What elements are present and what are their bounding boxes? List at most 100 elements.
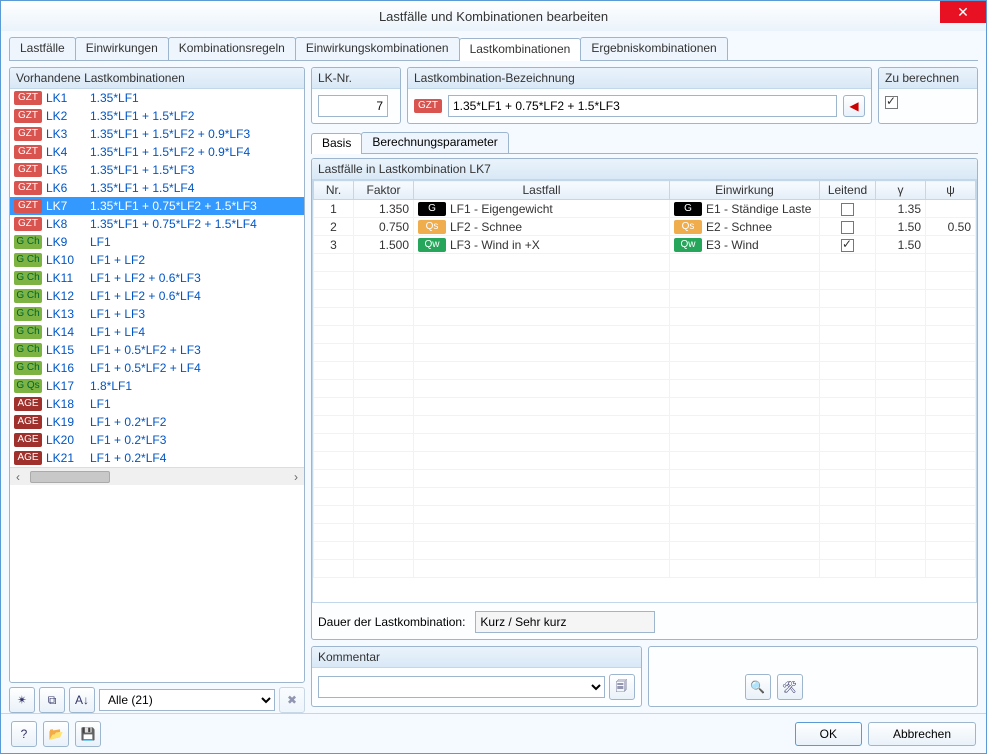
lk-row[interactable]: G ChLK10LF1 + LF2 [10,251,304,269]
lk-row[interactable]: AGELK20LF1 + 0.2*LF3 [10,431,304,449]
lk-row[interactable]: GZTLK61.35*LF1 + 1.5*LF4 [10,179,304,197]
lf-group-title: Lastfälle in Lastkombination LK7 [312,159,977,180]
col-leitend[interactable]: Leitend [820,181,876,200]
lk-row[interactable]: GZTLK21.35*LF1 + 1.5*LF2 [10,107,304,125]
lf-leitend[interactable] [820,200,876,218]
lk-row[interactable]: G ChLK9LF1 [10,233,304,251]
lk-row[interactable]: AGELK18LF1 [10,395,304,413]
window-title: Lastfälle und Kombinationen bearbeiten [379,9,608,24]
lk-row[interactable]: GZTLK71.35*LF1 + 0.75*LF2 + 1.5*LF3 [10,197,304,215]
lk-filter-select[interactable]: Alle (21) [99,689,275,711]
lk-badge: AGE [14,433,42,447]
lk-row[interactable]: G ChLK15LF1 + 0.5*LF2 + LF3 [10,341,304,359]
calc-checkbox[interactable] [885,96,898,109]
lk-row[interactable]: GZTLK51.35*LF1 + 1.5*LF3 [10,161,304,179]
lk-badge: GZT [14,127,42,141]
lf-badge: Qs [418,220,446,234]
tab-lastkombinationen[interactable]: Lastkombinationen [459,38,582,61]
open-button[interactable]: 📂 [43,721,69,747]
lk-row[interactable]: G ChLK12LF1 + LF2 + 0.6*LF4 [10,287,304,305]
lf-group: Lastfälle in Lastkombination LK7 Nr. Fak… [311,158,978,640]
tab-ergebniskombinationen[interactable]: Ergebniskombinationen [580,37,727,60]
lk-id: LK21 [46,451,86,465]
lk-formula: 1.35*LF1 + 1.5*LF2 [90,109,194,123]
lk-formula: LF1 + 0.2*LF3 [90,433,166,447]
col-gamma[interactable]: γ [876,181,926,200]
lknr-group: LK-Nr. [311,67,401,124]
lk-row[interactable]: G ChLK14LF1 + LF4 [10,323,304,341]
col-faktor[interactable]: Faktor [354,181,414,200]
lk-list-hscroll[interactable]: ‹› [10,467,304,485]
col-lastfall[interactable]: Lastfall [414,181,670,200]
lf-lastfall[interactable]: QsLF2 - Schnee [414,218,670,236]
lf-faktor[interactable]: 0.750 [354,218,414,236]
delete-lk-button[interactable]: ✖ [279,687,305,713]
copy-lk-button[interactable]: ⧉ [39,687,65,713]
lf-leitend[interactable] [820,236,876,254]
save-button[interactable]: 💾 [75,721,101,747]
kommentar-select[interactable] [318,676,605,698]
lk-formula: LF1 + 0.2*LF4 [90,451,166,465]
lk-formula: LF1 + 0.5*LF2 + LF3 [90,343,201,357]
tab-lastfälle[interactable]: Lastfälle [9,37,76,60]
tab-einwirkungen[interactable]: Einwirkungen [75,37,169,60]
leitend-checkbox[interactable] [841,203,854,216]
lk-row[interactable]: GZTLK11.35*LF1 [10,89,304,107]
lf-lastfall[interactable]: GLF1 - Eigengewicht [414,200,670,218]
lk-badge: GZT [14,181,42,195]
lk-row[interactable]: AGELK21LF1 + 0.2*LF4 [10,449,304,467]
lk-badge: G Ch [14,307,42,321]
details-button[interactable]: 🔍 [745,674,771,700]
lk-id: LK10 [46,253,86,267]
lf-einwirkung: GE1 - Ständige Laste [670,200,820,218]
tab-einwirkungskombinationen[interactable]: Einwirkungskombinationen [295,37,460,60]
lf-row[interactable]: 20.750QsLF2 - SchneeQsE2 - Schnee1.500.5… [314,218,976,236]
lf-lastfall[interactable]: QwLF3 - Wind in +X [414,236,670,254]
lk-row[interactable]: GZTLK81.35*LF1 + 0.75*LF2 + 1.5*LF4 [10,215,304,233]
lf-row[interactable]: 11.350GLF1 - EigengewichtGE1 - Ständige … [314,200,976,218]
leitend-checkbox[interactable] [841,239,854,252]
lf-badge: Qw [418,238,446,252]
lf-faktor[interactable]: 1.350 [354,200,414,218]
sort-lk-button[interactable]: A↓ [69,687,95,713]
subtab-basis[interactable]: Basis [311,133,362,154]
bez-input[interactable] [448,95,837,117]
leitend-checkbox[interactable] [841,221,854,234]
lk-formula: 1.35*LF1 [90,91,139,105]
ok-button[interactable]: OK [795,722,862,746]
col-psi[interactable]: ψ [926,181,976,200]
ew-badge: Qw [674,238,702,252]
lf-badge: G [418,202,446,216]
help-button[interactable]: ? [11,721,37,747]
window-close-button[interactable]: ✕ [940,1,986,23]
lf-table[interactable]: Nr. Faktor Lastfall Einwirkung Leitend γ… [312,180,977,603]
lf-einwirkung: QwE3 - Wind [670,236,820,254]
lf-leitend[interactable] [820,218,876,236]
tab-kombinationsregeln[interactable]: Kombinationsregeln [168,37,296,60]
lk-badge: GZT [14,163,42,177]
bez-back-button[interactable]: ◀ [843,95,865,117]
lk-badge: G Ch [14,289,42,303]
subtab-berechnungsparameter[interactable]: Berechnungsparameter [361,132,508,153]
lk-row[interactable]: G QsLK171.8*LF1 [10,377,304,395]
lknr-input[interactable] [318,95,388,117]
lk-row[interactable]: AGELK19LF1 + 0.2*LF2 [10,413,304,431]
lk-row[interactable]: G ChLK11LF1 + LF2 + 0.6*LF3 [10,269,304,287]
lk-row[interactable]: G ChLK16LF1 + 0.5*LF2 + LF4 [10,359,304,377]
col-einwirkung[interactable]: Einwirkung [670,181,820,200]
lf-faktor[interactable]: 1.500 [354,236,414,254]
lk-row[interactable]: GZTLK41.35*LF1 + 1.5*LF2 + 0.9*LF4 [10,143,304,161]
lknr-label: LK-Nr. [312,68,400,89]
lk-id: LK16 [46,361,86,375]
lk-row[interactable]: GZTLK31.35*LF1 + 1.5*LF2 + 0.9*LF3 [10,125,304,143]
cancel-button[interactable]: Abbrechen [868,722,976,746]
settings-button[interactable]: 🛠 [777,674,803,700]
col-nr[interactable]: Nr. [314,181,354,200]
lk-row[interactable]: G ChLK13LF1 + LF3 [10,305,304,323]
new-lk-button[interactable]: ✴ [9,687,35,713]
lk-list[interactable]: Vorhandene Lastkombinationen GZTLK11.35*… [9,67,305,683]
lk-formula: 1.35*LF1 + 1.5*LF2 + 0.9*LF4 [90,145,250,159]
lf-row[interactable]: 31.500QwLF3 - Wind in +XQwE3 - Wind1.50 [314,236,976,254]
kommentar-pick-button[interactable]: 🗐 [609,674,635,700]
sub-tabs: BasisBerechnungsparameter [311,132,978,154]
